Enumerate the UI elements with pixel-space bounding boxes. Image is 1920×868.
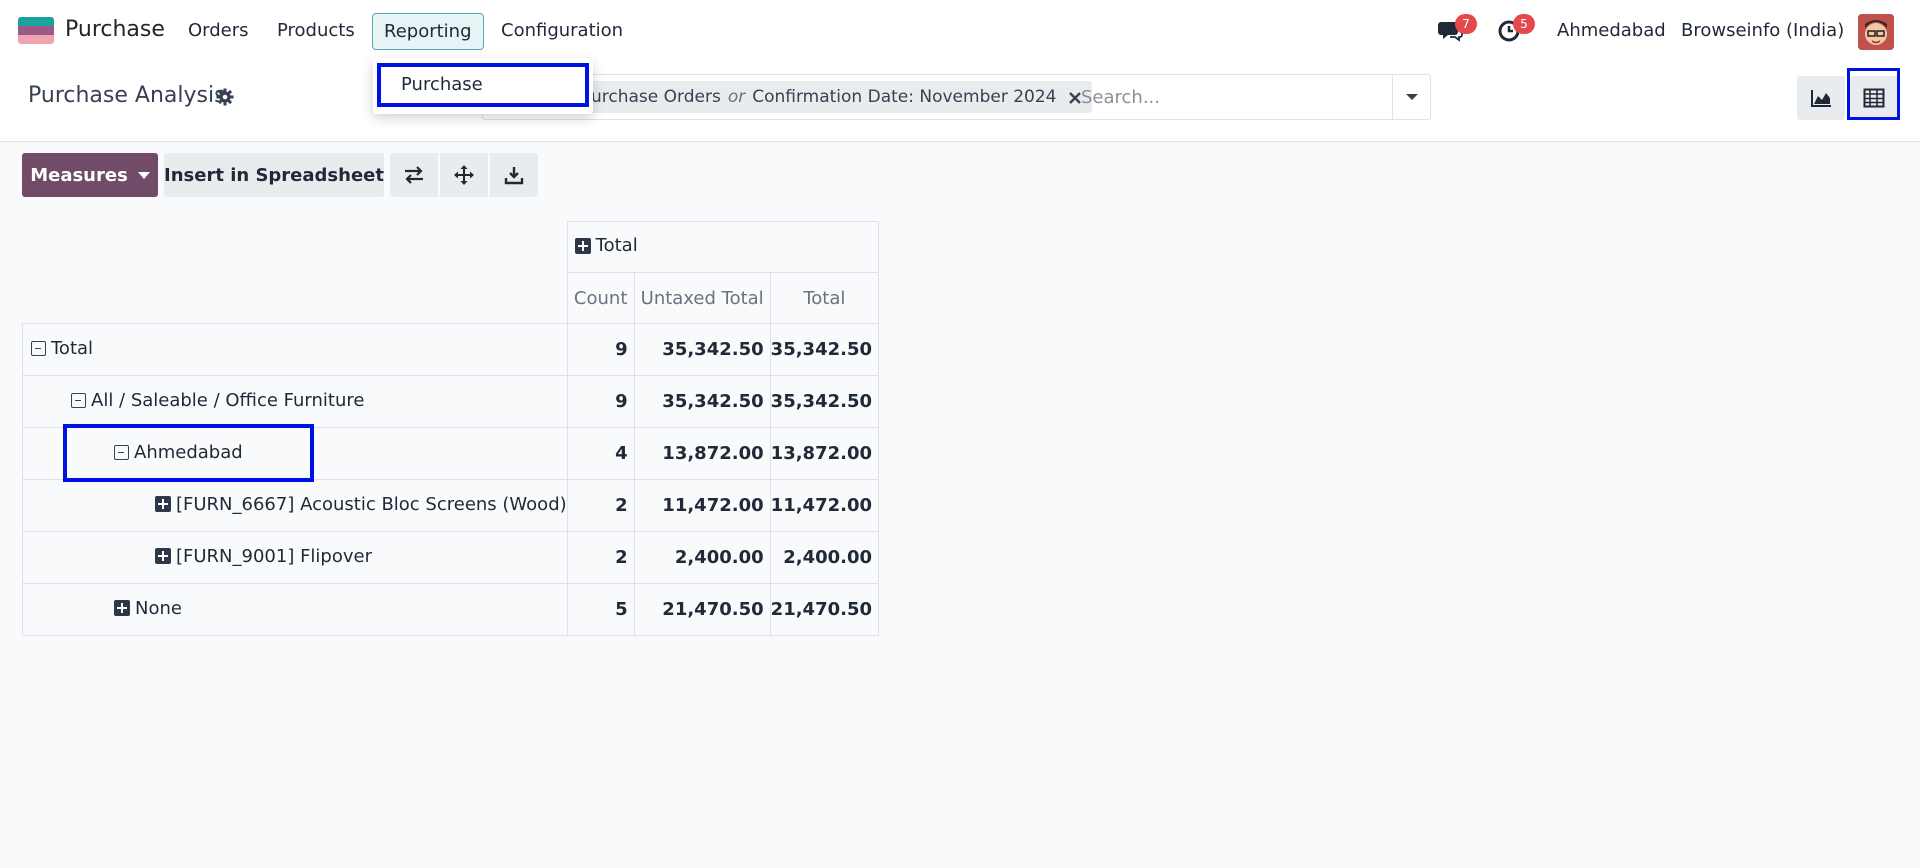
- measures-label: Measures: [30, 164, 128, 186]
- expand-plus-icon: [155, 548, 171, 565]
- graph-view-button[interactable]: [1797, 76, 1845, 120]
- expand-plus-icon: [574, 237, 591, 254]
- download-icon: [504, 167, 524, 185]
- app-name[interactable]: Purchase: [65, 17, 165, 42]
- page-title: Purchase Analysis: [28, 83, 226, 108]
- pivot-corner: [23, 222, 568, 324]
- cell-count[interactable]: 9: [566, 375, 635, 428]
- search-options-toggle[interactable]: [1392, 75, 1431, 119]
- measures-button[interactable]: Measures: [22, 153, 158, 197]
- reporting-dropdown: Purchase: [373, 58, 593, 114]
- table-row: [FURN_9001] Flipover 2 2,400.00 2,400.00: [22, 531, 880, 584]
- cell-untaxed[interactable]: 21,470.50: [633, 583, 771, 636]
- row-header-category[interactable]: All / Saleable / Office Furniture: [22, 375, 568, 428]
- flip-axis-button[interactable]: [390, 153, 438, 197]
- search-input[interactable]: [1081, 82, 1381, 112]
- caret-down-icon: [1406, 94, 1418, 100]
- measure-header-count[interactable]: Count: [566, 272, 635, 324]
- column-header-total[interactable]: Total: [566, 221, 880, 273]
- cell-count[interactable]: 5: [566, 583, 635, 636]
- row-label: All / Saleable / Office Furniture: [91, 390, 365, 411]
- row-label: [FURN_9001] Flipover: [176, 545, 372, 567]
- search-bar[interactable]: urchase Orders or Confirmation Date: Nov…: [482, 74, 1431, 120]
- table-row: Total 9 35,342.50 35,342.50: [22, 323, 880, 376]
- cell-count[interactable]: 2: [566, 479, 635, 532]
- insert-spreadsheet-button[interactable]: Insert in Spreadsheet: [164, 153, 384, 197]
- cell-untaxed[interactable]: 11,472.00: [633, 479, 771, 532]
- cell-untaxed[interactable]: 35,342.50: [633, 375, 771, 428]
- menu-orders[interactable]: Orders: [188, 20, 249, 41]
- row-header-product[interactable]: [FURN_9001] Flipover: [22, 531, 568, 584]
- menu-products[interactable]: Products: [277, 20, 355, 41]
- messages-badge: 7: [1455, 14, 1477, 34]
- download-button[interactable]: [490, 153, 538, 197]
- facet-connector: or: [727, 87, 746, 107]
- facet-value-2: Confirmation Date: November 2024: [752, 87, 1057, 107]
- cell-total[interactable]: 13,872.00: [769, 427, 880, 480]
- top-navbar: Purchase Orders Products Reporting Confi…: [0, 0, 1920, 62]
- cell-total[interactable]: 35,342.50: [769, 375, 880, 428]
- cell-count[interactable]: 9: [566, 323, 635, 376]
- table-row: All / Saleable / Office Furniture 9 35,3…: [22, 375, 880, 428]
- cell-total[interactable]: 2,400.00: [769, 531, 880, 584]
- table-row: [FURN_6667] Acoustic Bloc Screens (Wood)…: [22, 479, 880, 532]
- collapse-minus-icon: [31, 341, 46, 356]
- row-header-product[interactable]: [FURN_6667] Acoustic Bloc Screens (Wood): [22, 479, 568, 532]
- row-header-none[interactable]: None: [22, 583, 568, 636]
- row-header-total[interactable]: Total: [22, 323, 568, 376]
- control-panel: Purchase Analysis urchase Orders or Conf…: [0, 62, 1920, 142]
- cell-count[interactable]: 2: [566, 531, 635, 584]
- expand-plus-icon: [155, 496, 171, 513]
- measure-header-total[interactable]: Total: [769, 272, 880, 324]
- move-arrows-icon: [454, 165, 474, 185]
- cell-total[interactable]: 35,342.50: [769, 323, 880, 376]
- cell-total[interactable]: 21,470.50: [769, 583, 880, 636]
- expand-all-button[interactable]: [440, 153, 488, 197]
- gear-icon[interactable]: [216, 88, 234, 106]
- swap-arrows-icon: [405, 166, 423, 184]
- cell-total[interactable]: 11,472.00: [769, 479, 880, 532]
- menu-configuration[interactable]: Configuration: [501, 20, 623, 41]
- company-switcher[interactable]: Browseinfo (India): [1681, 20, 1844, 41]
- row-label: [FURN_6667] Acoustic Bloc Screens (Wood): [176, 493, 567, 515]
- cell-count[interactable]: 4: [566, 427, 635, 480]
- expand-plus-icon: [114, 600, 130, 617]
- dropdown-item-purchase[interactable]: Purchase: [377, 63, 589, 107]
- ahmedabad-row-highlight: [63, 424, 314, 482]
- collapse-minus-icon: [71, 393, 86, 408]
- location-label[interactable]: Ahmedabad: [1557, 20, 1666, 41]
- user-avatar[interactable]: [1858, 14, 1894, 50]
- column-header-label: Total: [595, 235, 638, 257]
- table-row: None 5 21,470.50 21,470.50: [22, 583, 880, 636]
- row-label: Total: [51, 338, 94, 359]
- cell-untaxed[interactable]: 13,872.00: [633, 427, 771, 480]
- facet-value-1: urchase Orders: [591, 87, 721, 107]
- caret-down-icon: [137, 171, 150, 179]
- cell-untaxed[interactable]: 35,342.50: [633, 323, 771, 376]
- measure-header-untaxed[interactable]: Untaxed Total: [633, 272, 771, 324]
- pivot-view-highlight: [1847, 68, 1900, 120]
- area-chart-icon: [1811, 90, 1831, 107]
- row-label: None: [135, 597, 182, 619]
- menu-reporting[interactable]: Reporting: [372, 13, 484, 50]
- purchase-app-icon[interactable]: [18, 17, 54, 44]
- cell-untaxed[interactable]: 2,400.00: [633, 531, 771, 584]
- activities-badge: 5: [1513, 14, 1535, 34]
